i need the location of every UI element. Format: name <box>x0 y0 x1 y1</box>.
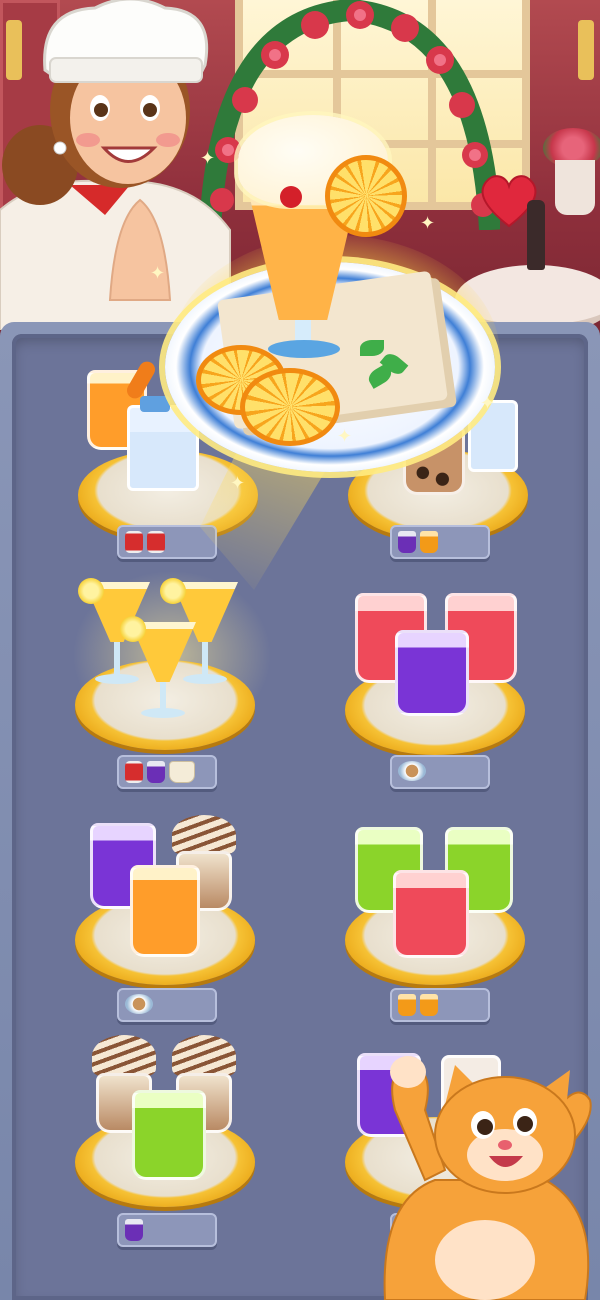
watermelon-juice-icon <box>393 870 469 958</box>
order-tray-6[interactable] <box>390 988 490 1022</box>
orange-juice-icon <box>420 531 438 553</box>
cola-can-icon <box>125 531 143 553</box>
carrot-juice-icon <box>130 865 200 957</box>
orange-juice-icon <box>398 994 416 1016</box>
shelf-slot-5[interactable] <box>72 815 272 1005</box>
coffee-cup-icon <box>398 761 426 781</box>
orange-slice-icon <box>325 155 407 237</box>
sparkle-icon: ✦ <box>230 473 246 494</box>
sparkle-icon: ✦ <box>337 426 353 447</box>
cola-can-icon <box>147 531 165 553</box>
order-tray-5[interactable] <box>117 988 217 1022</box>
cola-can-icon <box>125 761 143 783</box>
cat-mascot <box>383 1056 592 1300</box>
order-tray-2[interactable] <box>390 525 490 559</box>
order-tray-1[interactable] <box>117 525 217 559</box>
ice-cream-icon <box>169 761 195 783</box>
orange-juice-icon <box>420 994 438 1016</box>
sparkle-icon: ✦ <box>420 213 436 234</box>
shelf-slot-4[interactable] <box>345 585 545 775</box>
grape-juice-icon <box>398 531 416 553</box>
shelf-slot-3[interactable] <box>72 570 272 760</box>
sparkle-icon: ✦ <box>480 393 496 414</box>
blueberry-juice-icon <box>395 630 469 716</box>
wall-candle-icon <box>578 20 594 80</box>
grape-juice-icon <box>147 761 165 783</box>
mint-icon <box>360 340 384 356</box>
order-tray-4[interactable] <box>390 755 490 789</box>
glass-base <box>268 340 340 358</box>
orange-slice-icon <box>240 368 340 446</box>
sparkle-icon: ✦ <box>200 148 216 169</box>
kiwi-juice-icon <box>132 1090 206 1180</box>
sparkle-icon: ✦ <box>150 263 166 284</box>
grape-juice-icon <box>125 1219 143 1241</box>
shelf-slot-7[interactable] <box>72 1035 272 1225</box>
wine-bottle-icon <box>527 200 545 270</box>
order-tray-7[interactable] <box>117 1213 217 1247</box>
vase-icon <box>555 160 595 215</box>
cherry-icon <box>280 186 302 208</box>
coffee-cup-icon <box>125 994 153 1014</box>
shelf-slot-6[interactable] <box>345 815 545 1005</box>
order-tray-3[interactable] <box>117 755 217 789</box>
